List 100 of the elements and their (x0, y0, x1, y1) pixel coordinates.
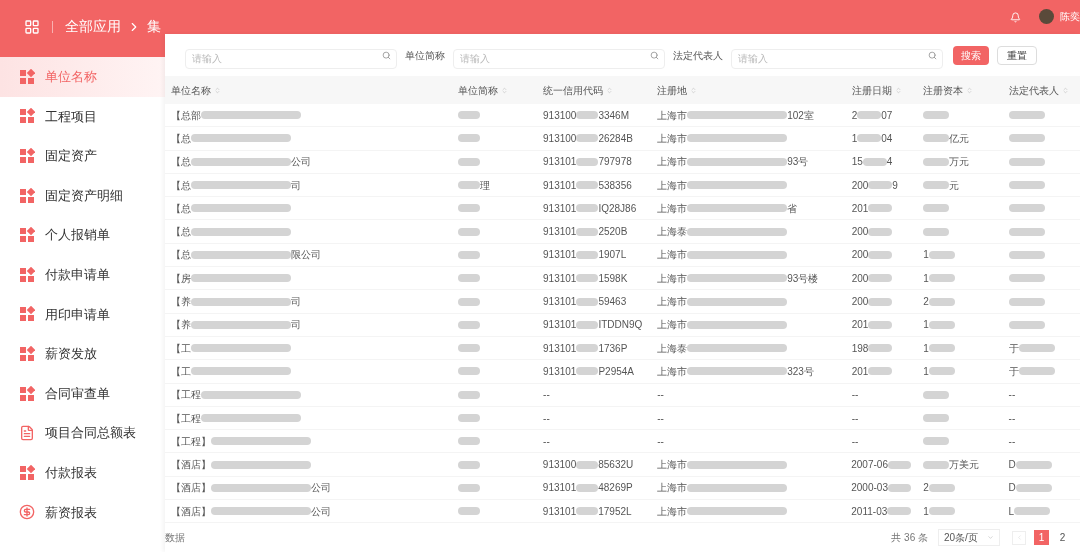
sidebar-item[interactable]: 付款申请单 (0, 254, 165, 295)
page-button[interactable]: 2 (1055, 530, 1070, 546)
cell-text: -- (543, 434, 550, 449)
reset-button[interactable]: 重置 (997, 45, 1037, 65)
cell-text: 上海市 (657, 201, 688, 216)
sidebar-item[interactable]: 固定资产 (0, 136, 165, 176)
cell-text: 1 (923, 318, 929, 333)
cell-text: 913101 (543, 225, 577, 240)
cell-text: 201 (851, 318, 869, 333)
cell-text: 【酒店】 (171, 458, 211, 473)
cell-text: 【房 (171, 271, 191, 286)
cell-text: 538356 (598, 178, 632, 193)
cell-text: 【总 (171, 131, 191, 146)
cell-text: 200 (851, 271, 869, 286)
cell-text: 【工 (171, 341, 191, 356)
column-header[interactable]: 注册日期 (851, 82, 892, 98)
cell-text: 9 (892, 178, 898, 193)
cell-text: 上海市 (657, 108, 688, 123)
cell-text: 于 (1008, 341, 1019, 356)
sidebar-item[interactable]: 个人报销单 (0, 215, 165, 255)
search-icon (650, 51, 659, 60)
sidebar-item[interactable]: 固定资产明细 (0, 175, 165, 216)
column-header[interactable]: 法定代表人 (1008, 82, 1059, 98)
column-header[interactable]: 单位简称 (457, 82, 498, 98)
cell-text: 上海市 (657, 178, 688, 193)
cell-text: -- (657, 411, 664, 426)
sidebar-item[interactable]: 项目合同总额表 (0, 413, 165, 453)
chevron-down-icon (987, 534, 994, 542)
cell-text: 913101 (543, 271, 577, 286)
cell-text: D (1008, 458, 1016, 473)
avatar[interactable] (1039, 8, 1054, 24)
breadcrumb-current: 集 (147, 17, 161, 36)
cell-text: 200 (851, 225, 869, 240)
cell-text: 【工程】 (171, 434, 211, 449)
cell-text: 【工程 (171, 388, 201, 403)
filter-label: 法定代表人 (673, 48, 723, 63)
grid-icon (19, 266, 35, 283)
apps-icon[interactable] (24, 18, 40, 35)
sidebar-item[interactable]: 用印申请单 (0, 294, 165, 335)
grid-icon (19, 227, 35, 244)
bell-icon[interactable] (1010, 11, 1021, 23)
cell-text: 913101 (542, 481, 577, 496)
sidebar-item[interactable]: 薪资发放 (0, 334, 165, 374)
sort-icon (894, 86, 902, 94)
search-field[interactable]: 请输入 (453, 48, 665, 69)
cell-text: 1 (923, 504, 929, 519)
cell-text: 797978 (598, 155, 632, 170)
cell-text: 上海市 (657, 271, 688, 286)
search-icon (928, 51, 937, 60)
page-size-select[interactable]: 20条/页 (938, 529, 1000, 547)
coin-icon (19, 504, 35, 521)
cell-text: 2520B (598, 225, 628, 240)
cell-text: -- (851, 434, 859, 449)
cell-text: 93号 (787, 155, 809, 170)
cell-text: 15 (851, 155, 863, 170)
grid-icon (19, 464, 35, 481)
cell-text: 上海市 (657, 318, 688, 333)
sort-icon (1061, 86, 1069, 94)
sidebar-item[interactable]: 工程项目 (0, 96, 165, 137)
cell-text: -- (657, 434, 664, 449)
cell-text: 司 (291, 318, 301, 333)
cell-text: 万美元 (949, 458, 980, 473)
cell-text: 913100 (542, 458, 577, 473)
cell-text: 2 (923, 481, 929, 496)
sidebar-item[interactable]: 合同审查单 (0, 373, 165, 414)
cell-text: 1 (923, 271, 929, 286)
cell-text: 【养 (171, 295, 191, 309)
cell-text: 913101 (543, 178, 577, 193)
cell-text: 26284B (598, 131, 633, 146)
sort-icon (966, 86, 974, 94)
cell-text: 2000-03 (851, 481, 888, 496)
sidebar-item[interactable]: 付款报表 (0, 452, 165, 493)
cell-text: 913101 (543, 364, 577, 379)
search-icon (382, 51, 391, 60)
cell-text: 1736P (598, 341, 628, 356)
cell-text: 913101 (543, 248, 577, 263)
search-field[interactable]: 请输入 (731, 48, 943, 69)
cell-text: 04 (881, 131, 893, 146)
cell-text: 2007-06 (851, 458, 888, 473)
cell-text: 万元 (949, 155, 970, 170)
cell-text: 1 (923, 364, 929, 379)
document-icon (19, 425, 35, 442)
footer-note: 数据 (165, 531, 185, 546)
cell-text: 上海市 (657, 131, 688, 146)
cell-text: 上海市 (657, 155, 688, 170)
column-header[interactable]: 单位名称 (171, 82, 211, 98)
total-count: 共 36 条 (891, 531, 928, 546)
search-field[interactable]: 请输入 (185, 48, 397, 69)
cell-text: D (1008, 481, 1016, 496)
column-header[interactable]: 注册资本 (923, 82, 964, 98)
column-header[interactable]: 统一信用代码 (543, 82, 604, 98)
sort-icon (500, 86, 508, 94)
cell-text: 323号 (787, 364, 814, 379)
cell-text: 【工 (171, 364, 191, 379)
column-header[interactable]: 注册地 (657, 82, 688, 98)
cell-text: 198 (851, 341, 869, 356)
cell-text: 【总部 (171, 108, 201, 123)
sidebar-item[interactable]: 薪资报表 (0, 492, 165, 533)
grid-icon (19, 108, 35, 125)
cell-text: -- (657, 388, 664, 403)
